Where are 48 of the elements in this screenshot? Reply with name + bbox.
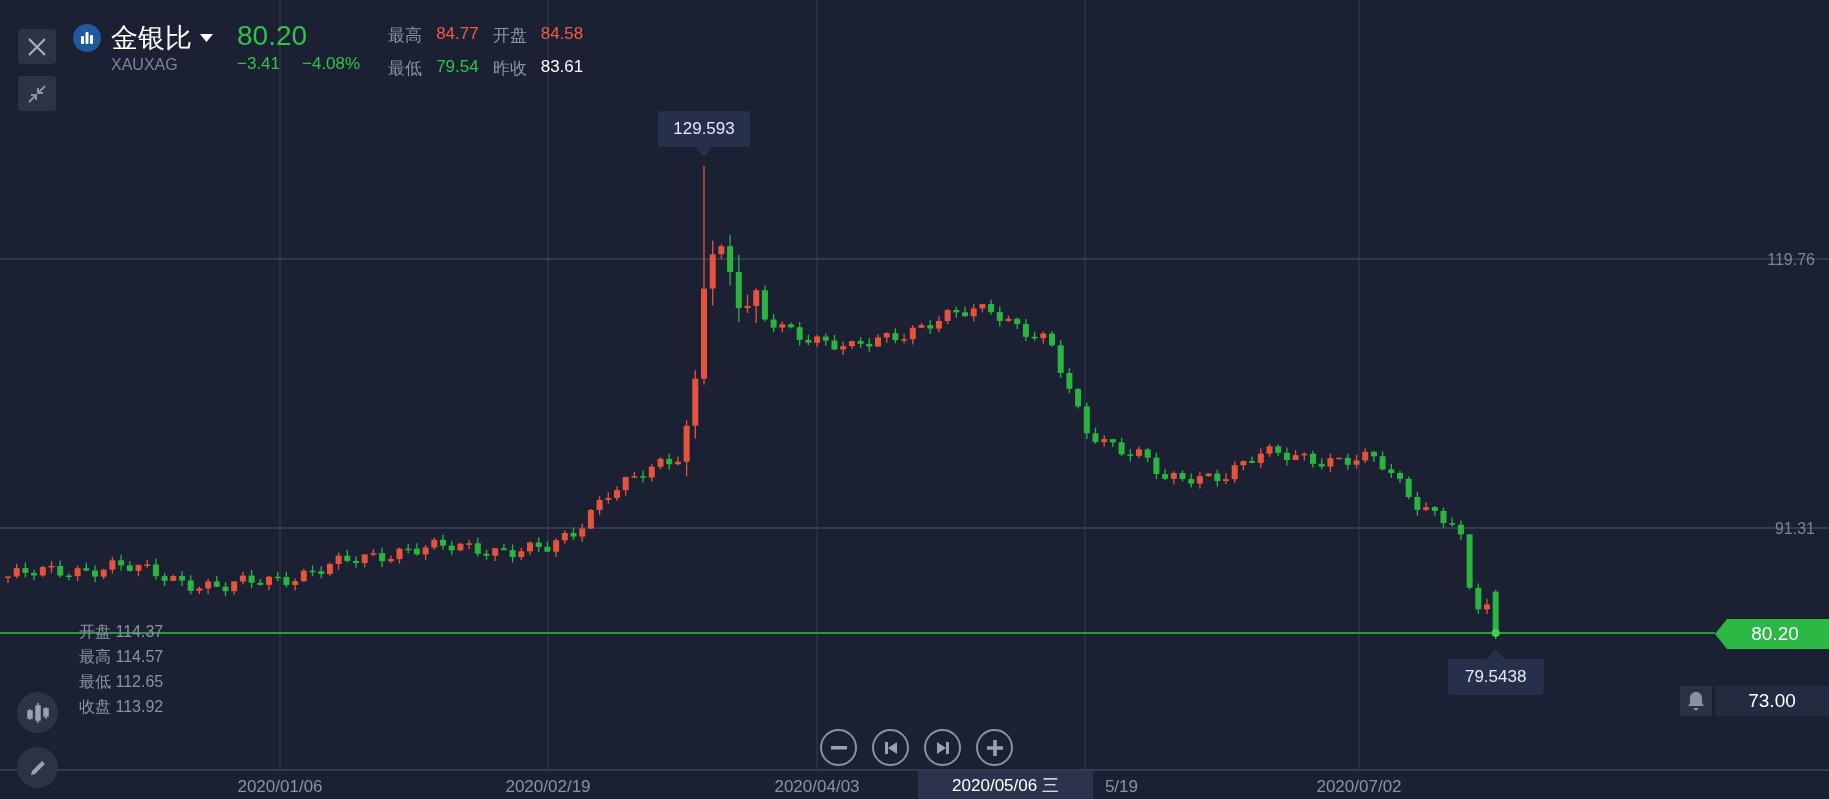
- close-icon: [27, 36, 47, 57]
- stat-label: 最高: [388, 25, 423, 47]
- chart-type-button[interactable]: [17, 692, 58, 733]
- symbol-dropdown[interactable]: 金银比: [111, 20, 213, 56]
- candle-info-text: 最低 112.65: [79, 672, 164, 692]
- date-axis-label: 2020/02/19: [505, 777, 591, 796]
- price-change: −3.41: [237, 54, 280, 74]
- crosshair-date-label: 2020/05/06 三: [918, 771, 1093, 799]
- stat-label: 最低: [388, 58, 423, 80]
- price-axis-label: 119.76: [1767, 251, 1815, 268]
- date-axis-label: 2020/04/03: [774, 777, 860, 796]
- date-axis-label: 2020/01/06: [237, 777, 323, 796]
- skip-forward-icon: [935, 740, 950, 755]
- stat-label: 开盘: [492, 25, 527, 47]
- skip-back-button[interactable]: [872, 729, 909, 766]
- price-change-percent: −4.08%: [302, 54, 361, 74]
- skip-forward-button[interactable]: [924, 729, 961, 766]
- last-price-tag: 80.20: [1715, 619, 1829, 649]
- stat-value: 83.61: [540, 57, 584, 78]
- bar-chart-logo-icon: [73, 24, 101, 52]
- stat-value: 79.54: [436, 57, 479, 78]
- symbol-code: XAUXAG: [111, 56, 179, 74]
- candle-info-text: 最高 114.57: [79, 647, 164, 667]
- candle-info-text: 收盘 113.92: [79, 697, 164, 717]
- date-axis-label: 5/19: [1104, 777, 1138, 796]
- candlestick-icon: [25, 700, 50, 725]
- alert-button[interactable]: [1680, 686, 1712, 716]
- stat-label: 昨收: [492, 58, 527, 80]
- high-price-tooltip: 129.593: [658, 111, 750, 157]
- minus-icon: [830, 745, 847, 750]
- collapse-button[interactable]: [18, 76, 56, 111]
- low-price-tooltip: 79.5438: [1447, 649, 1544, 696]
- bell-icon: [1687, 691, 1705, 711]
- price-axis-label: 91.31: [1774, 520, 1815, 537]
- stat-value: 84.77: [436, 24, 479, 45]
- zoom-out-button[interactable]: [820, 729, 857, 766]
- date-axis-label: 2020/07/02: [1316, 777, 1402, 796]
- caret-icon: [200, 34, 213, 42]
- collapse-arrows-icon: [28, 84, 46, 103]
- alert-price-field[interactable]: 73.00: [1715, 686, 1829, 716]
- plus-icon: [986, 739, 1003, 756]
- draw-button[interactable]: [17, 747, 58, 788]
- last-price-dot: [1491, 629, 1500, 638]
- close-button[interactable]: [18, 29, 56, 64]
- stat-value: 84.58: [540, 24, 584, 45]
- skip-back-icon: [883, 740, 898, 755]
- current-price: 80.20: [237, 20, 309, 52]
- zoom-in-button[interactable]: [976, 729, 1013, 766]
